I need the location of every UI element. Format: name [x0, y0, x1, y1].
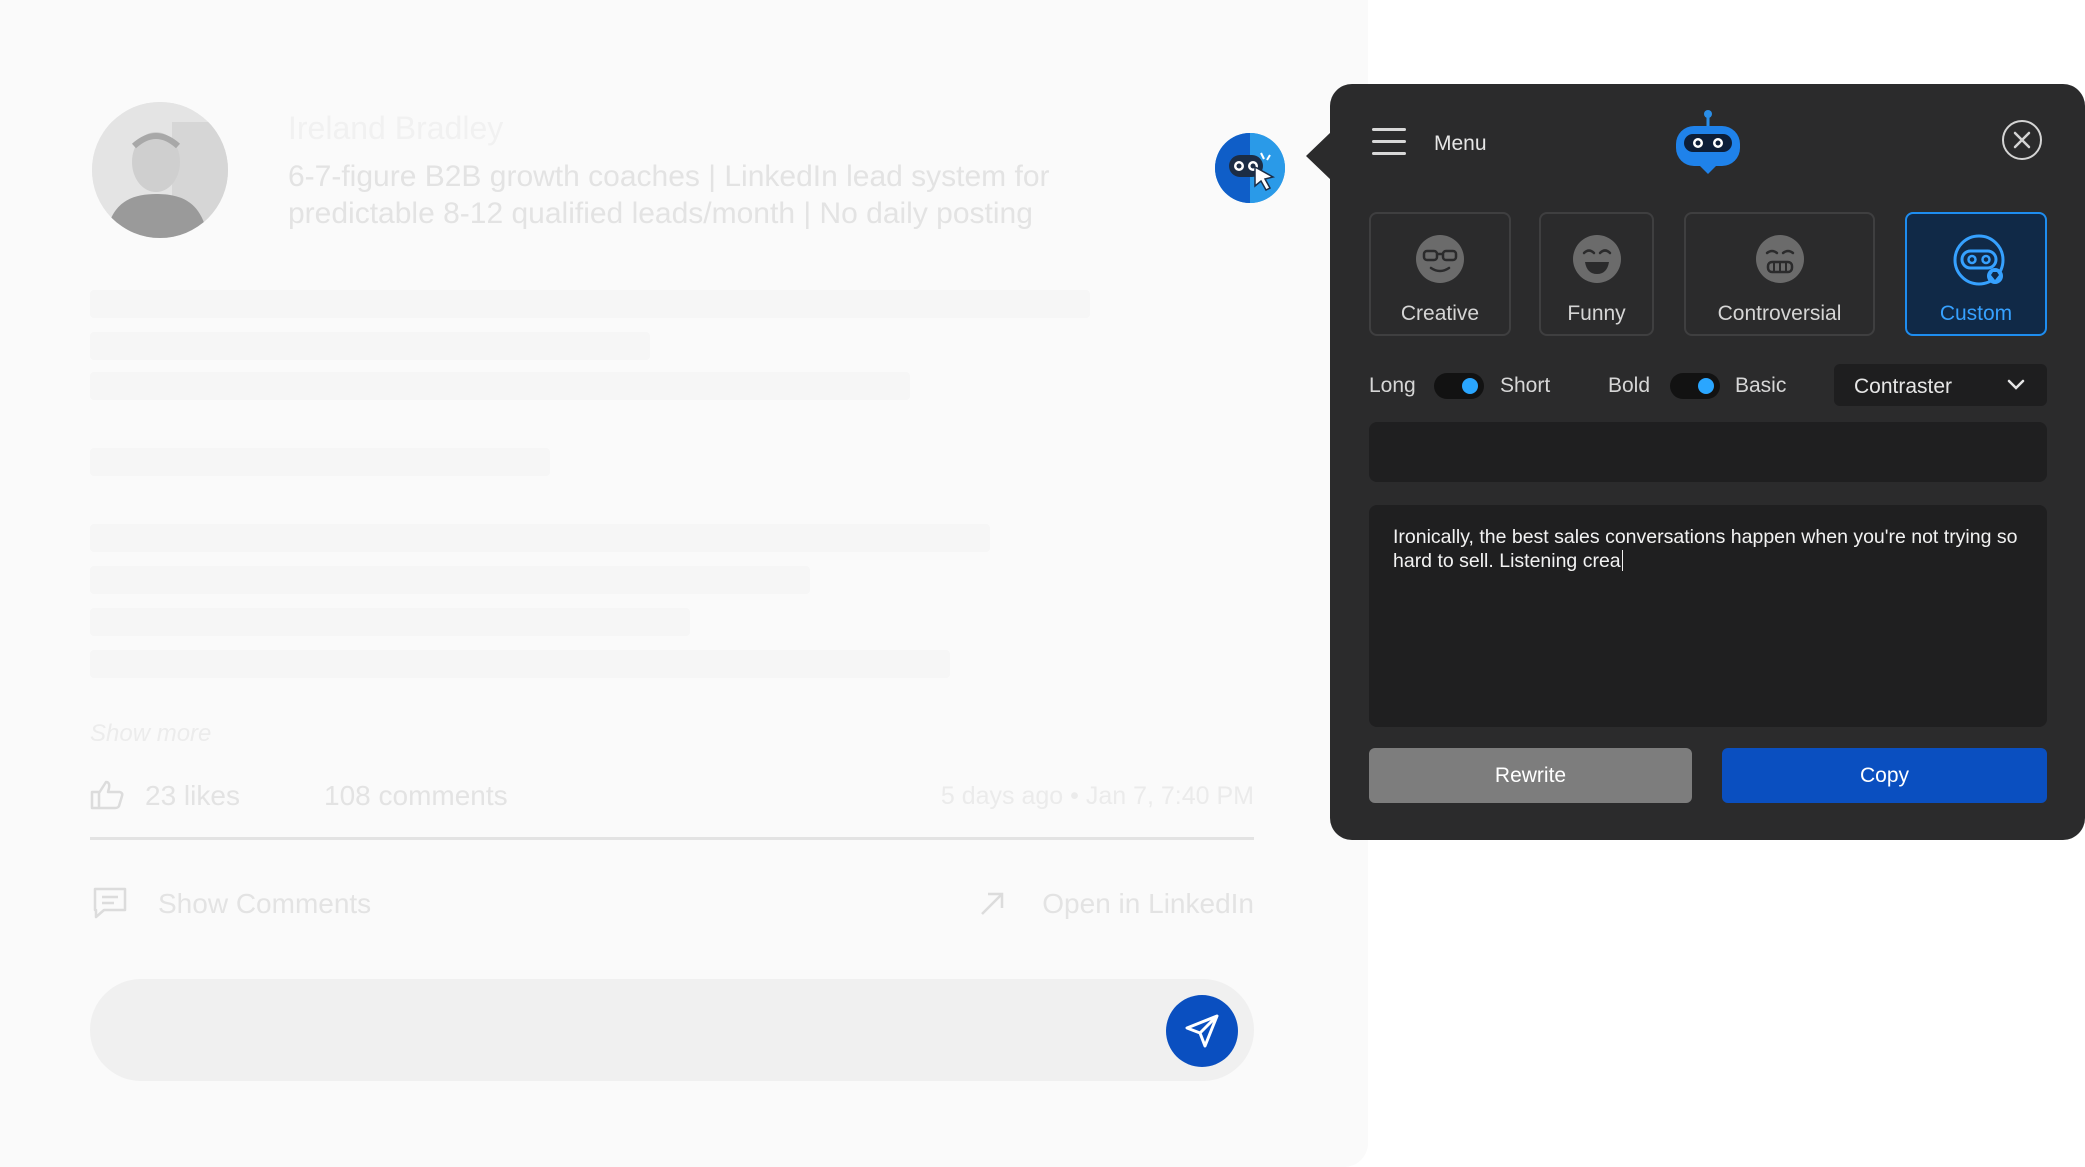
post-timestamp: 5 days ago • Jan 7, 7:40 PM [940, 782, 1254, 810]
post-body-line [90, 650, 950, 678]
copy-button[interactable]: Copy [1722, 748, 2047, 803]
reply-input-bar[interactable] [90, 979, 1254, 1081]
show-comments-button[interactable]: Show Comments [158, 888, 371, 920]
post-stats-row: 23 likes 108 comments 5 days ago • Jan 7… [90, 778, 1254, 814]
mode-label: Creative [1400, 302, 1480, 325]
post-body-line [90, 608, 690, 636]
thumbs-up-icon[interactable] [90, 780, 124, 810]
post-body-line [90, 524, 990, 552]
likes-count[interactable]: 23 likes [145, 780, 240, 812]
linkedin-post-card: Ireland Bradley 6-7-figure B2B growth co… [0, 0, 1368, 1167]
menu-label[interactable]: Menu [1434, 132, 1487, 156]
tone-toggle[interactable] [1670, 373, 1720, 399]
custom-instruction-input[interactable] [1369, 422, 2047, 482]
chevron-down-icon [2007, 378, 2025, 390]
length-short-label: Short [1500, 374, 1551, 397]
ai-assistant-launcher-button[interactable] [1215, 133, 1285, 203]
post-actions-row: Show Comments Open in LinkedIn [90, 882, 1254, 922]
post-body-line [90, 448, 550, 476]
text-caret [1621, 550, 1624, 571]
show-more-link[interactable]: Show more [90, 720, 211, 748]
length-long-label: Long [1369, 374, 1416, 397]
post-divider [90, 837, 1254, 840]
post-body-line [90, 372, 910, 400]
panel-pointer [1306, 132, 1331, 180]
robot-logo-icon [1670, 108, 1746, 174]
author-headline: 6-7-figure B2B growth coaches | LinkedIn… [288, 160, 1050, 230]
mode-label: Controversial [1717, 302, 1842, 325]
robot-cursor-icon [1215, 133, 1285, 203]
length-toggle[interactable] [1434, 373, 1484, 399]
post-body-line [90, 290, 1090, 318]
style-select-value: Contraster [1854, 375, 1953, 398]
grimace-face-icon [1755, 234, 1805, 284]
options-row: Long Short Bold Basic Contraster [1369, 364, 2047, 408]
laughing-face-icon [1572, 234, 1622, 284]
post-body-line [90, 332, 650, 360]
glasses-face-icon [1415, 234, 1465, 284]
post-body-line [90, 566, 810, 594]
generated-comment-text: Ironically, the best sales conversations… [1393, 526, 2018, 572]
ai-comment-panel: Menu Creative Funny Controversial Custom… [1306, 84, 2085, 840]
mode-label: Funny [1567, 302, 1626, 325]
author-name[interactable]: Ireland Bradley [288, 110, 503, 147]
open-in-linkedin-link[interactable]: Open in LinkedIn [1042, 888, 1254, 920]
external-link-icon [978, 890, 1006, 918]
style-select[interactable]: Contraster [1834, 364, 2047, 406]
mode-label: Custom [1939, 302, 2013, 325]
mode-card-funny[interactable]: Funny [1539, 212, 1654, 336]
rewrite-button[interactable]: Rewrite [1369, 748, 1692, 803]
generated-comment-textarea[interactable]: Ironically, the best sales conversations… [1369, 505, 2047, 727]
send-button[interactable] [1166, 995, 1238, 1067]
send-icon [1185, 1014, 1219, 1048]
tone-basic-label: Basic [1735, 374, 1787, 397]
close-icon [2013, 131, 2031, 149]
mode-card-controversial[interactable]: Controversial [1684, 212, 1875, 336]
hamburger-menu-icon[interactable] [1372, 128, 1406, 158]
comment-icon [92, 886, 128, 920]
comments-count[interactable]: 108 comments [324, 780, 508, 812]
mode-card-custom[interactable]: Custom [1905, 212, 2047, 336]
mode-card-creative[interactable]: Creative [1369, 212, 1511, 336]
tone-bold-label: Bold [1608, 374, 1651, 397]
close-button[interactable] [2002, 120, 2042, 160]
robot-face-icon [1951, 234, 2005, 286]
author-avatar [92, 102, 228, 238]
